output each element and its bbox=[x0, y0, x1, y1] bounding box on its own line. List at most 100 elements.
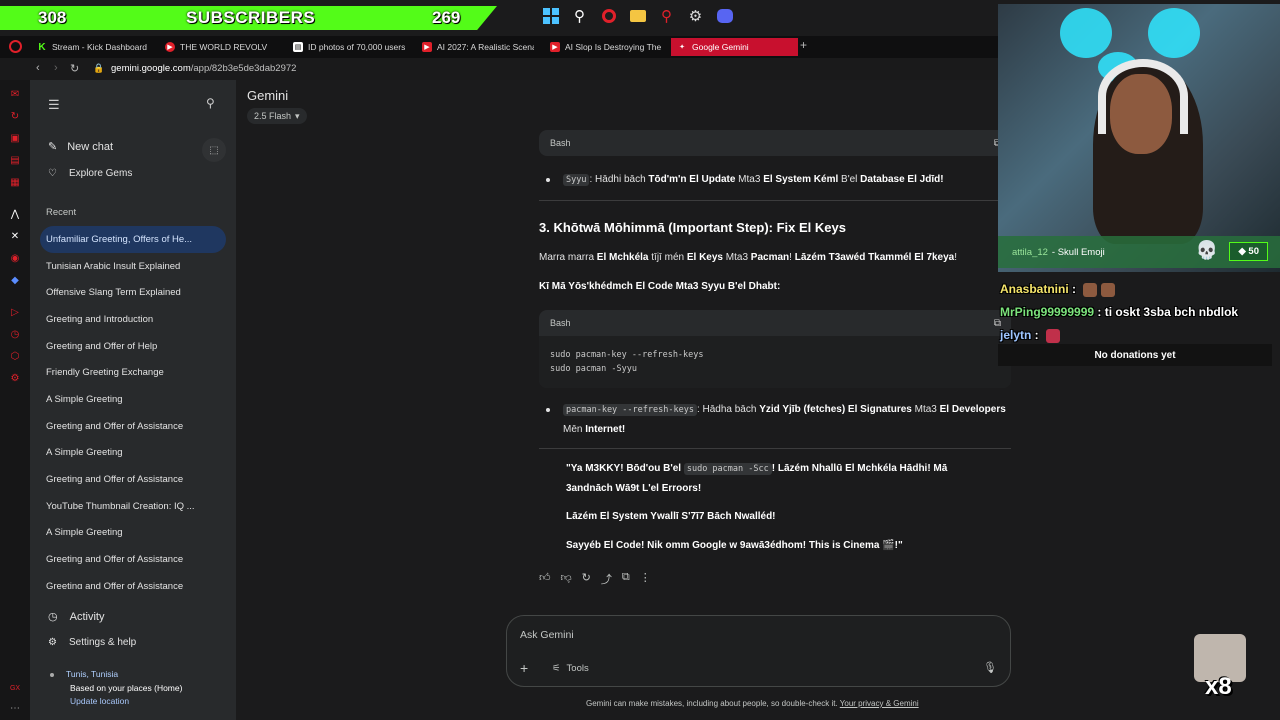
location-dot-icon bbox=[50, 672, 54, 677]
tools-button[interactable]: ⚟ Tools bbox=[552, 663, 589, 674]
discord-icon[interactable] bbox=[714, 5, 735, 26]
recent-chat-item[interactable]: Greeting and Offer of Assistance bbox=[40, 546, 226, 573]
menu-icon[interactable]: ☰ bbox=[48, 97, 60, 113]
chat-text: ti oskt 3sba bch nbdlok bbox=[1104, 305, 1239, 319]
activity-button[interactable]: ◷ Activity bbox=[48, 610, 104, 624]
clock-icon[interactable]: ◷ bbox=[9, 328, 21, 340]
recent-chat-item[interactable]: Greeting and Introduction bbox=[40, 306, 226, 333]
tab-youtube-1[interactable]: ▶ THE WORLD REVOLV bbox=[165, 38, 277, 56]
alert-count: ◆ 50 bbox=[1229, 242, 1268, 261]
history-icon: ◷ bbox=[48, 611, 58, 623]
inline-code: sudo pacman -Scc bbox=[683, 463, 772, 475]
text-span: tījī mén bbox=[648, 252, 687, 263]
recent-chat-item[interactable]: A Simple Greeting bbox=[40, 520, 226, 547]
bold-text: Lāzém T3awéd Tkammél El 7keya bbox=[794, 252, 955, 263]
recent-chat-item[interactable]: A Simple Greeting bbox=[40, 440, 226, 467]
recent-chat-item[interactable]: A Simple Greeting bbox=[40, 386, 226, 413]
new-chat-button[interactable]: ✎ New chat bbox=[48, 140, 113, 154]
tab-gemini[interactable]: ✦ Google Gemini bbox=[671, 38, 798, 56]
tab-label: THE WORLD REVOLV bbox=[180, 42, 268, 52]
record-icon[interactable]: ◉ bbox=[9, 252, 21, 264]
section-heading: 3. Khōtwā Mōhimmā (Important Step): Fix … bbox=[539, 220, 846, 235]
windows-icon[interactable] bbox=[540, 5, 561, 26]
bold-text: Tōd'm'n El Update bbox=[648, 174, 736, 185]
bold-text: Yzid Yjīb (fetches) El Signatures bbox=[759, 404, 912, 415]
text-span: Mta3 bbox=[911, 404, 940, 415]
url-field[interactable]: gemini.google.com/app/82b3e5de3dab2972 bbox=[111, 63, 296, 74]
gx-icon[interactable]: GX bbox=[9, 682, 21, 694]
bag-icon[interactable]: ▣ bbox=[9, 132, 21, 144]
recent-chat-item[interactable]: Greeting and Offer of Assistance bbox=[40, 466, 226, 493]
text-span: : Hādhi bāch bbox=[589, 174, 649, 185]
youtube-icon: ▶ bbox=[422, 42, 432, 52]
settings-icon: ⚙ bbox=[48, 637, 57, 648]
recent-chat-item[interactable]: Greeting and Offer of Assistance bbox=[40, 413, 226, 440]
play-icon[interactable]: ▷ bbox=[9, 306, 21, 318]
calendar-icon[interactable]: ▦ bbox=[9, 176, 21, 188]
history-icon[interactable]: ↻ bbox=[9, 110, 21, 122]
address-bar: ‹ › ↻ 🔒 gemini.google.com/app/82b3e5de3d… bbox=[0, 58, 1000, 80]
extension-icon[interactable]: ⬡ bbox=[9, 350, 21, 362]
settings-icon[interactable]: ⚙ bbox=[685, 5, 706, 26]
regenerate-icon[interactable]: ↻ bbox=[582, 571, 591, 587]
edit-icon: ✎ bbox=[48, 141, 58, 153]
explore-gems-button[interactable]: ♡ Explore Gems bbox=[48, 168, 132, 179]
recent-chat-item[interactable]: Offensive Slang Term Explained bbox=[40, 279, 226, 306]
back-button[interactable]: ‹ bbox=[36, 62, 40, 74]
search-icon[interactable]: ⚲ bbox=[569, 5, 590, 26]
recent-chat-item[interactable]: Greeting and Offer of Assistance bbox=[40, 573, 226, 589]
text-span: Mēn bbox=[563, 424, 586, 435]
more-options-icon[interactable]: ⋮ bbox=[640, 571, 651, 587]
light-blob bbox=[1060, 8, 1112, 58]
bitwarden-icon[interactable]: ◆ bbox=[9, 274, 21, 286]
chat-message: MrPing99999999 : ti oskt 3sba bch nbdlok bbox=[1000, 305, 1239, 319]
code-block: Bash ⧉ sudo pacman-key --refresh-keys su… bbox=[539, 310, 1011, 388]
recent-chat-item[interactable]: Friendly Greeting Exchange bbox=[40, 359, 226, 386]
messenger-icon[interactable]: ✉ bbox=[9, 88, 21, 100]
search-icon[interactable]: ⚲ bbox=[206, 96, 215, 110]
thumbs-up-icon[interactable]: 👍︎ bbox=[539, 571, 551, 587]
opera-menu-icon[interactable] bbox=[9, 40, 22, 53]
twitch-icon[interactable]: ▤ bbox=[9, 154, 21, 166]
tab-kick[interactable]: K Stream - Kick Dashboard bbox=[37, 38, 152, 56]
add-file-icon[interactable]: + bbox=[520, 660, 528, 676]
temporary-chat-icon[interactable]: ⬚ bbox=[202, 138, 226, 162]
location-info: Tunis, Tunisia Based on your places (Hom… bbox=[50, 668, 182, 709]
reload-button[interactable]: ↻ bbox=[70, 62, 79, 75]
map-pin-icon[interactable]: ⚲ bbox=[656, 5, 677, 26]
prompt-placeholder: Ask Gemini bbox=[520, 629, 574, 641]
settings-icon[interactable]: ⚙ bbox=[9, 372, 21, 384]
copy-icon[interactable]: ⧉ bbox=[622, 571, 630, 587]
more-icon[interactable]: ⋯ bbox=[9, 702, 21, 714]
model-selector[interactable]: 2.5 Flash ▾ bbox=[247, 108, 307, 124]
recent-chat-item[interactable]: Tunisian Arabic Insult Explained bbox=[40, 253, 226, 280]
x-icon[interactable]: ✕ bbox=[9, 230, 21, 242]
folder-icon[interactable] bbox=[627, 5, 648, 26]
update-location-link[interactable]: Update location bbox=[50, 695, 182, 709]
opera-icon[interactable] bbox=[598, 5, 619, 26]
recent-chat-item[interactable]: Unfamiliar Greeting, Offers of He... bbox=[40, 226, 226, 253]
microphone-icon[interactable]: 🎙︎ bbox=[983, 661, 997, 674]
gemini-sidebar: ☰ ⚲ ✎ New chat ⬚ ♡ Explore Gems Recent U… bbox=[30, 80, 236, 720]
prompt-input-box[interactable]: Ask Gemini + ⚟ Tools 🎙︎ bbox=[506, 615, 1011, 687]
donation-banner: No donations yet bbox=[998, 344, 1272, 366]
tab-id-photos[interactable]: ▤ ID photos of 70,000 users bbox=[293, 38, 405, 56]
recent-chat-item[interactable]: YouTube Thumbnail Creation: IQ ... bbox=[40, 493, 226, 520]
recent-chat-item[interactable]: Greeting and Offer of Help bbox=[40, 333, 226, 360]
settings-help-button[interactable]: ⚙ Settings & help bbox=[48, 637, 136, 648]
tab-label: Stream - Kick Dashboard bbox=[52, 42, 147, 52]
paragraph: Marra marra El Mchkéla tījī mén El Keys … bbox=[539, 248, 1014, 267]
privacy-link[interactable]: Your privacy & Gemini bbox=[840, 699, 919, 708]
tab-youtube-3[interactable]: ▶ AI Slop Is Destroying The bbox=[550, 38, 662, 56]
ai-icon[interactable]: ⋀ bbox=[9, 208, 21, 220]
quote-text: Sayyéb El Code! Nik omm Google w 9awā3éd… bbox=[566, 540, 903, 551]
forward-button[interactable]: › bbox=[54, 62, 58, 74]
code-body: sudo pacman-key --refresh-keys sudo pacm… bbox=[539, 336, 1011, 388]
bold-text: El System Kéml bbox=[763, 174, 839, 185]
thumbs-down-icon[interactable]: 👎︎ bbox=[561, 571, 572, 587]
new-tab-button[interactable]: + bbox=[800, 38, 807, 52]
share-icon[interactable]: ⤴ bbox=[601, 571, 612, 587]
tab-youtube-2[interactable]: ▶ AI 2027: A Realistic Scenar bbox=[422, 38, 534, 56]
emote-icon bbox=[1083, 282, 1098, 297]
explore-gems-label: Explore Gems bbox=[68, 168, 133, 179]
